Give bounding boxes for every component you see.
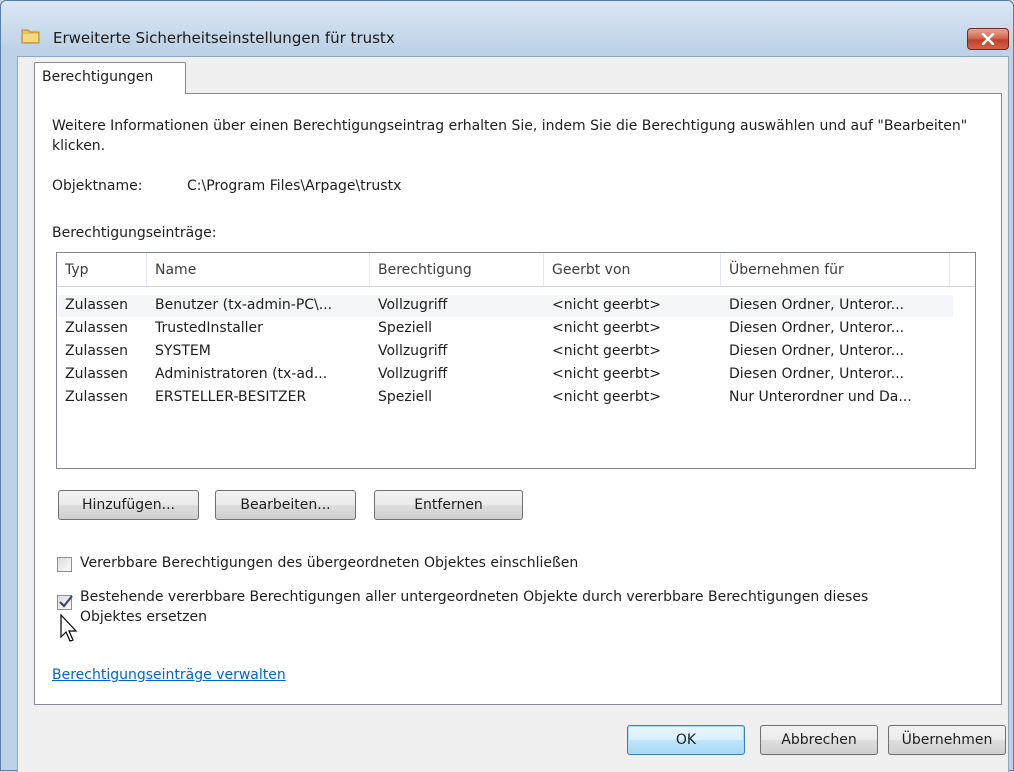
column-header-geerbt-von[interactable]: Geerbt von (544, 253, 721, 286)
cell-berechtigung: Vollzugriff (378, 343, 448, 359)
manage-entries-link[interactable]: Berechtigungseinträge verwalten (52, 667, 286, 683)
cell-geerbt-von: <nicht geerbt> (552, 297, 661, 313)
cell-typ: Zulassen (65, 297, 129, 313)
entries-label: Berechtigungseinträge: (52, 225, 217, 241)
table-row[interactable]: Zulassen SYSTEM Vollzugriff <nicht geerb… (58, 341, 953, 363)
permission-entries-list[interactable]: Typ Name Berechtigung Geerbt von Überneh… (56, 252, 976, 469)
cell-berechtigung: Vollzugriff (378, 297, 448, 313)
apply-button[interactable]: Übernehmen (888, 725, 1006, 755)
cell-uebernehmen-fuer: Diesen Ordner, Unteror... (729, 366, 905, 382)
cell-geerbt-von: <nicht geerbt> (552, 320, 661, 336)
cell-geerbt-von: <nicht geerbt> (552, 389, 661, 405)
table-row[interactable]: Zulassen Benutzer (tx-admin-PC\... Vollz… (58, 295, 953, 317)
cell-typ: Zulassen (65, 366, 129, 382)
column-header-filler (950, 253, 975, 286)
cell-name: Benutzer (tx-admin-PC\... (155, 297, 333, 313)
cell-uebernehmen-fuer: Nur Unterordner und Da... (729, 389, 912, 405)
list-header: Typ Name Berechtigung Geerbt von Überneh… (57, 253, 975, 287)
cell-name: Administratoren (tx-ad... (155, 366, 328, 382)
table-row[interactable]: Zulassen TrustedInstaller Speziell <nich… (58, 318, 953, 340)
cell-uebernehmen-fuer: Diesen Ordner, Unteror... (729, 320, 905, 336)
title-bar[interactable]: Erweiterte Sicherheitseinstellungen für … (1, 1, 1013, 50)
remove-button[interactable]: Entfernen (374, 490, 523, 520)
include-inheritable-checkbox[interactable] (57, 557, 72, 572)
replace-child-permissions-label-line2: Objektes ersetzen (80, 609, 207, 625)
cell-berechtigung: Speziell (378, 389, 433, 405)
close-x-icon (981, 33, 995, 45)
tab-label: Berechtigungen (42, 69, 154, 85)
cancel-button[interactable]: Abbrechen (760, 725, 878, 755)
description-text: Weitere Informationen über einen Berecht… (52, 118, 968, 154)
column-header-berechtigung[interactable]: Berechtigung (370, 253, 544, 286)
object-name-label: Objektname: (52, 178, 143, 194)
checkmark-icon (59, 595, 73, 608)
cell-geerbt-von: <nicht geerbt> (552, 366, 661, 382)
column-header-name[interactable]: Name (147, 253, 370, 286)
mouse-pointer-icon (60, 614, 78, 642)
cell-typ: Zulassen (65, 320, 129, 336)
column-header-typ[interactable]: Typ (57, 253, 147, 286)
cell-typ: Zulassen (65, 389, 129, 405)
table-row[interactable]: Zulassen ERSTELLER-BESITZER Speziell <ni… (58, 387, 953, 409)
tab-berechtigungen[interactable]: Berechtigungen (34, 62, 186, 94)
cell-uebernehmen-fuer: Diesen Ordner, Unteror... (729, 297, 905, 313)
cell-berechtigung: Vollzugriff (378, 366, 448, 382)
cell-name: ERSTELLER-BESITZER (155, 389, 307, 405)
table-row[interactable]: Zulassen Administratoren (tx-ad... Vollz… (58, 364, 953, 386)
replace-child-permissions-checkbox[interactable] (57, 595, 73, 610)
cell-geerbt-von: <nicht geerbt> (552, 343, 661, 359)
folder-icon (21, 27, 41, 45)
cell-berechtigung: Speziell (378, 320, 433, 336)
close-button[interactable] (967, 28, 1009, 50)
column-header-uebernehmen-fuer[interactable]: Übernehmen für (721, 253, 950, 286)
cell-name: TrustedInstaller (155, 320, 263, 336)
window-title: Erweiterte Sicherheitseinstellungen für … (53, 29, 395, 47)
object-name-value: C:\Program Files\Arpage\trustx (187, 178, 402, 194)
cell-typ: Zulassen (65, 343, 129, 359)
include-inheritable-label: Vererbbare Berechtigungen des übergeordn… (80, 555, 579, 571)
ok-button[interactable]: OK (627, 725, 745, 755)
cell-uebernehmen-fuer: Diesen Ordner, Unteror... (729, 343, 905, 359)
cell-name: SYSTEM (155, 343, 211, 359)
replace-child-permissions-label-line1: Bestehende vererbbare Berechtigungen all… (80, 589, 869, 605)
edit-button[interactable]: Bearbeiten... (215, 490, 356, 520)
add-button[interactable]: Hinzufügen... (58, 490, 199, 520)
